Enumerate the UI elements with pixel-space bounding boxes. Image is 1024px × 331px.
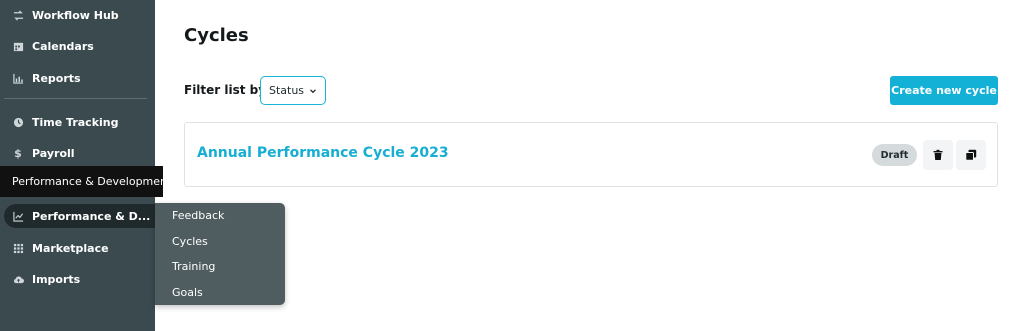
duplicate-button[interactable] bbox=[956, 140, 986, 170]
sidebar-item-payroll[interactable]: $ Payroll bbox=[0, 141, 155, 165]
chart-icon bbox=[12, 72, 24, 84]
grid-icon bbox=[12, 242, 24, 254]
sidebar-item-reports[interactable]: Reports bbox=[0, 66, 155, 90]
chevron-down-icon bbox=[309, 87, 317, 95]
sidebar-item-label: Marketplace bbox=[32, 241, 109, 255]
submenu-item-cycles[interactable]: Cycles bbox=[172, 235, 208, 248]
cycle-title-link[interactable]: Annual Performance Cycle 2023 bbox=[197, 145, 449, 161]
sidebar-divider bbox=[4, 98, 147, 99]
calendar-icon bbox=[12, 40, 24, 52]
submenu-item-training[interactable]: Training bbox=[172, 260, 215, 273]
delete-button[interactable] bbox=[923, 140, 953, 170]
cloud-upload-icon bbox=[12, 273, 24, 285]
sidebar-item-imports[interactable]: Imports bbox=[0, 267, 155, 291]
sidebar-item-label: Calendars bbox=[32, 39, 94, 53]
submenu-item-goals[interactable]: Goals bbox=[172, 286, 203, 299]
submenu-item-feedback[interactable]: Feedback bbox=[172, 209, 224, 222]
sidebar-item-label: Payroll bbox=[32, 146, 75, 160]
trash-icon bbox=[932, 146, 944, 165]
clock-icon bbox=[12, 116, 24, 128]
sidebar-item-label: Time Tracking bbox=[32, 115, 119, 129]
status-badge: Draft bbox=[872, 144, 917, 166]
sidebar-item-label: Imports bbox=[32, 272, 81, 286]
sidebar-item-performance[interactable]: Performance & D... bbox=[4, 204, 155, 228]
sidebar-item-label: Workflow Hub bbox=[32, 8, 119, 22]
filter-label: Filter list by bbox=[184, 83, 267, 97]
status-select-value: Status bbox=[268, 84, 305, 97]
performance-tooltip: Performance & Development bbox=[0, 166, 171, 197]
status-filter-select[interactable]: Status bbox=[260, 76, 326, 105]
dollar-icon: $ bbox=[14, 146, 22, 160]
sidebar-item-label: Performance & D... bbox=[32, 209, 151, 223]
workflow-icon bbox=[12, 9, 24, 21]
performance-submenu: Feedback Cycles Training Goals bbox=[155, 203, 285, 305]
create-new-cycle-button[interactable]: Create new cycle bbox=[890, 76, 998, 105]
page-title: Cycles bbox=[184, 25, 249, 46]
trend-icon bbox=[12, 210, 24, 222]
cycle-card: Annual Performance Cycle 2023 Draft bbox=[184, 122, 998, 187]
sidebar-item-marketplace[interactable]: Marketplace bbox=[0, 236, 155, 260]
copy-icon bbox=[965, 146, 977, 165]
sidebar-item-label: Reports bbox=[32, 71, 81, 85]
sidebar-item-workflow-hub[interactable]: Workflow Hub bbox=[0, 3, 155, 27]
sidebar-item-time-tracking[interactable]: Time Tracking bbox=[0, 110, 155, 134]
sidebar-item-calendars[interactable]: Calendars bbox=[0, 34, 155, 58]
